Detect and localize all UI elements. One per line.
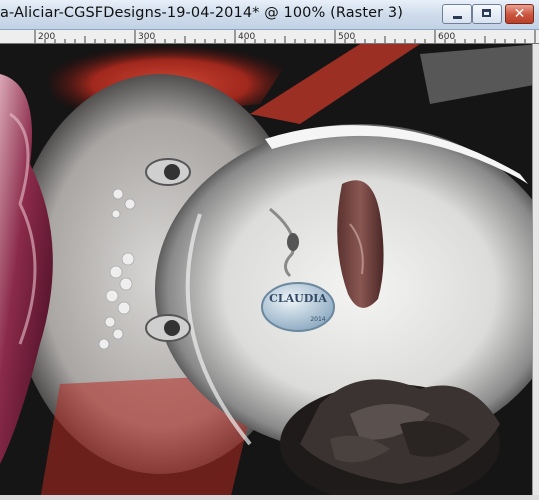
ruler-label-400: 400 bbox=[238, 32, 255, 42]
ruler-label-200: 200 bbox=[38, 32, 55, 42]
horizontal-scroll-edge[interactable] bbox=[0, 495, 539, 500]
nostril bbox=[287, 233, 299, 251]
maximize-icon bbox=[482, 9, 491, 17]
image-canvas[interactable]: CLAUDIA 2014 bbox=[0, 44, 539, 500]
minimize-icon bbox=[453, 16, 462, 19]
lower-iris bbox=[164, 320, 180, 336]
window-titlebar[interactable]: a-Aliciar-CGSFDesigns-19-04-2014* @ 100%… bbox=[0, 0, 539, 30]
artwork: CLAUDIA 2014 bbox=[0, 44, 539, 500]
ruler-label-600: 600 bbox=[438, 32, 455, 42]
watermark-badge: CLAUDIA 2014 bbox=[261, 282, 335, 332]
watermark-text: CLAUDIA bbox=[269, 292, 327, 305]
close-button[interactable]: ✕ bbox=[505, 4, 534, 24]
horizontal-ruler[interactable]: 200 300 400 500 600 bbox=[0, 30, 539, 44]
vertical-scroll-edge[interactable] bbox=[532, 44, 539, 500]
minimize-button[interactable] bbox=[442, 4, 472, 24]
watermark-subtext: 2014 bbox=[310, 316, 325, 323]
ruler-label-300: 300 bbox=[138, 32, 155, 42]
upper-iris bbox=[164, 164, 180, 180]
ruler-label-500: 500 bbox=[338, 32, 355, 42]
close-icon: ✕ bbox=[513, 6, 526, 22]
window-title: a-Aliciar-CGSFDesigns-19-04-2014* @ 100%… bbox=[0, 5, 403, 21]
maximize-button[interactable] bbox=[472, 4, 502, 24]
ruler-ticks: 200 300 400 500 600 bbox=[34, 30, 536, 43]
